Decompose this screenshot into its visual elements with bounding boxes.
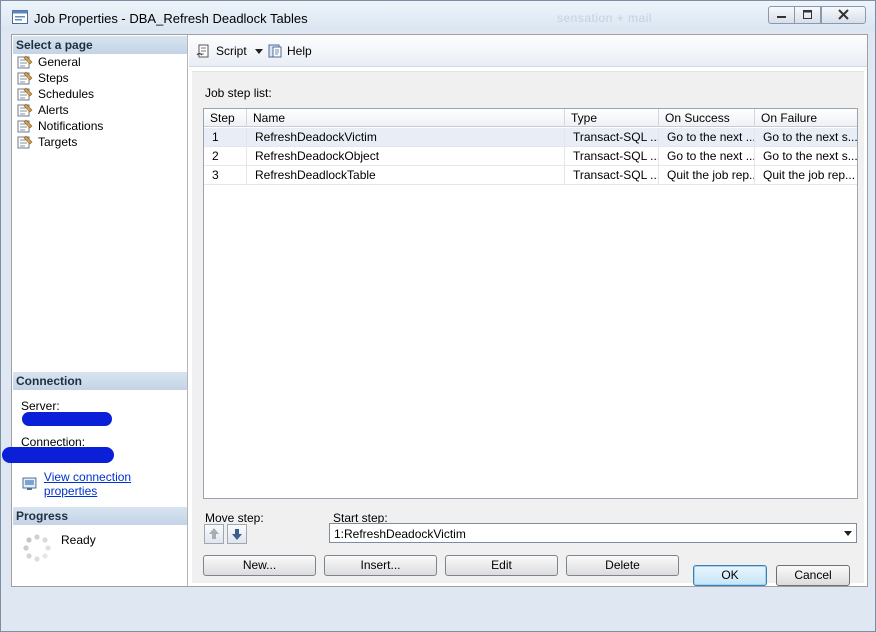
page-item-targets[interactable]: Targets (17, 134, 77, 150)
page-icon (17, 119, 33, 133)
help-icon (268, 44, 282, 58)
cancel-button[interactable]: Cancel (776, 565, 850, 586)
page-icon (17, 103, 33, 117)
page-item-general[interactable]: General (17, 54, 81, 70)
cell-step: 1 (204, 128, 247, 147)
move-step-label: Move step: (205, 511, 264, 525)
job-step-grid[interactable]: Step Name Type On Success On Failure 1 R… (203, 108, 858, 499)
page-icon (17, 135, 33, 149)
connection-header: Connection (13, 372, 187, 390)
steps-page-panel: Job step list: Step Name Type On Success… (192, 71, 864, 583)
window-app-icon (12, 10, 28, 24)
page-item-notifications[interactable]: Notifications (17, 118, 103, 134)
cell-step: 3 (204, 166, 247, 185)
help-button[interactable]: Help (267, 42, 312, 60)
column-header-on-failure[interactable]: On Failure (755, 109, 857, 127)
cell-type: Transact-SQL ... (565, 166, 659, 185)
page-label: General (38, 55, 81, 69)
new-step-button[interactable]: New... (203, 555, 316, 576)
cell-on-success: Quit the job rep... (659, 166, 755, 185)
page-icon (17, 71, 33, 85)
start-step-select[interactable]: 1:RefreshDeadockVictim (329, 523, 857, 543)
job-properties-window: Job Properties - DBA_Refresh Deadlock Ta… (0, 0, 876, 632)
progress-header: Progress (13, 507, 187, 525)
progress-spinner-icon (23, 534, 51, 562)
page-item-schedules[interactable]: Schedules (17, 86, 94, 102)
view-connection-link[interactable]: View connection properties (44, 470, 187, 498)
column-header-type[interactable]: Type (565, 109, 659, 127)
cell-step: 2 (204, 147, 247, 166)
page-label: Steps (38, 71, 69, 85)
title-bar[interactable]: Job Properties - DBA_Refresh Deadlock Ta… (1, 1, 875, 31)
script-icon (196, 44, 209, 58)
toolbar: Script Help (189, 35, 867, 67)
page-item-alerts[interactable]: Alerts (17, 102, 69, 118)
job-step-list-label: Job step list: (205, 86, 272, 100)
left-pane: Select a page General Steps Schedules Al… (2, 35, 188, 586)
column-header-step[interactable]: Step (204, 109, 247, 127)
dialog-client-area: Select a page General Steps Schedules Al… (2, 34, 868, 587)
ok-button[interactable]: OK (693, 565, 767, 586)
background-blur-text: sensation + mail (557, 11, 653, 25)
view-connection-properties[interactable]: View connection properties (22, 470, 187, 498)
connection-properties-icon (22, 477, 37, 490)
cell-on-failure: Quit the job rep... (763, 168, 856, 182)
script-label: Script (216, 44, 247, 58)
script-button[interactable]: Script (196, 42, 247, 60)
page-item-steps[interactable]: Steps (17, 70, 69, 86)
move-step-up-button[interactable] (204, 524, 224, 544)
cell-name: RefreshDeadockObject (247, 147, 565, 166)
table-row[interactable]: 2 RefreshDeadockObject Transact-SQL ... … (204, 147, 857, 166)
server-label: Server: (21, 399, 60, 413)
help-label: Help (287, 44, 312, 58)
redacted-connection-value (2, 447, 114, 463)
maximize-button[interactable] (794, 6, 821, 24)
cell-on-success: Go to the next ... (659, 128, 755, 147)
page-icon (17, 55, 33, 69)
minimize-icon (777, 16, 786, 18)
column-header-on-success[interactable]: On Success (659, 109, 755, 127)
redacted-server-value (22, 412, 112, 426)
select-page-header: Select a page (13, 36, 187, 54)
insert-step-button[interactable]: Insert... (324, 555, 437, 576)
chevron-down-icon (844, 531, 852, 536)
page-icon (17, 87, 33, 101)
close-icon (838, 9, 849, 20)
cell-on-failure: Go to the next s... (763, 130, 857, 144)
edit-step-button[interactable]: Edit (445, 555, 558, 576)
right-pane: Script Help Job step list: Step Name Typ… (189, 35, 867, 586)
move-step-down-button[interactable] (227, 524, 247, 544)
arrow-up-icon (209, 528, 219, 539)
page-label: Alerts (38, 103, 69, 117)
start-step-value: 1:RefreshDeadockVictim (334, 527, 466, 541)
close-button[interactable] (821, 6, 866, 24)
cell-type: Transact-SQL ... (565, 128, 659, 147)
cell-name: RefreshDeadlockTable (247, 166, 565, 185)
page-label: Targets (38, 135, 78, 149)
grid-header: Step Name Type On Success On Failure (204, 109, 857, 127)
delete-step-button[interactable]: Delete (566, 555, 679, 576)
arrow-down-icon (232, 529, 242, 540)
cell-on-failure: Go to the next s... (763, 149, 857, 163)
maximize-icon (803, 10, 812, 19)
minimize-button[interactable] (768, 6, 795, 24)
page-label: Notifications (38, 119, 104, 133)
table-row[interactable]: 3 RefreshDeadlockTable Transact-SQL ... … (204, 166, 857, 185)
progress-status: Ready (61, 533, 96, 547)
page-label: Schedules (38, 87, 95, 101)
cell-type: Transact-SQL ... (565, 147, 659, 166)
cell-name: RefreshDeadockVictim (247, 128, 565, 147)
cell-on-success: Go to the next ... (659, 147, 755, 166)
column-header-name[interactable]: Name (247, 109, 565, 127)
table-row[interactable]: 1 RefreshDeadockVictim Transact-SQL ... … (204, 128, 857, 147)
script-dropdown-arrow-icon[interactable] (255, 49, 263, 54)
window-title: Job Properties - DBA_Refresh Deadlock Ta… (34, 11, 308, 26)
